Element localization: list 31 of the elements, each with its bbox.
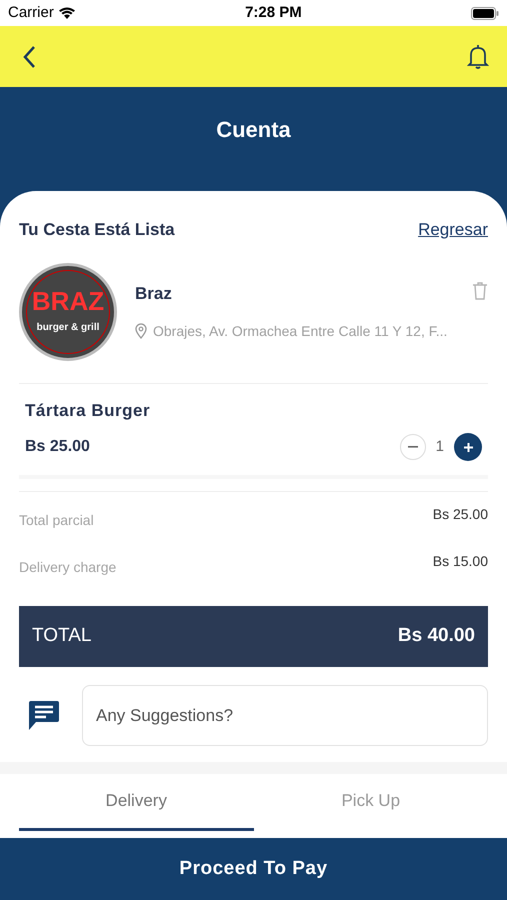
back-chevron-icon [22, 44, 36, 68]
basket-heading: Tu Cesta Está Lista [19, 219, 175, 241]
total-label: TOTAL [32, 624, 92, 648]
clock-time: 7:28 PM [245, 2, 302, 23]
wifi-icon [58, 6, 76, 20]
item-name: Tártara Burger [25, 400, 152, 422]
bell-icon [467, 44, 489, 70]
summary-value: Bs 25.00 [432, 505, 488, 524]
suggestions-field[interactable]: Any Suggestions? [82, 685, 488, 746]
item-price: Bs 25.00 [25, 437, 90, 457]
item-quantity: 1 [436, 436, 444, 457]
summary-label: Delivery charge [19, 558, 116, 577]
comment-icon [28, 700, 60, 731]
logo-subtitle: burger & grill [36, 321, 100, 335]
summary-value: Bs 15.00 [432, 552, 488, 571]
minus-icon [408, 446, 418, 448]
restaurant-name: Braz [135, 283, 172, 306]
total-value: Bs 40.00 [398, 624, 475, 648]
back-link[interactable]: Regresar [418, 217, 488, 242]
decrease-button[interactable] [400, 434, 426, 460]
carrier-label: Carrier [8, 2, 54, 23]
restaurant-address: Obrajes, Av. Ormachea Entre Calle 11 Y 12, F... [153, 322, 448, 341]
battery-icon [470, 6, 499, 20]
order-type-tab[interactable]: Delivery [19, 784, 254, 831]
summary-label: Total parcial [19, 511, 94, 530]
logo-title: BRAZ [32, 288, 104, 314]
location-pin-icon [135, 323, 147, 340]
increase-button[interactable] [454, 433, 482, 461]
page-title: Cuenta [216, 116, 291, 144]
plus-icon [462, 442, 474, 452]
proceed-to-pay-button[interactable]: Proceed To Pay [0, 838, 507, 900]
